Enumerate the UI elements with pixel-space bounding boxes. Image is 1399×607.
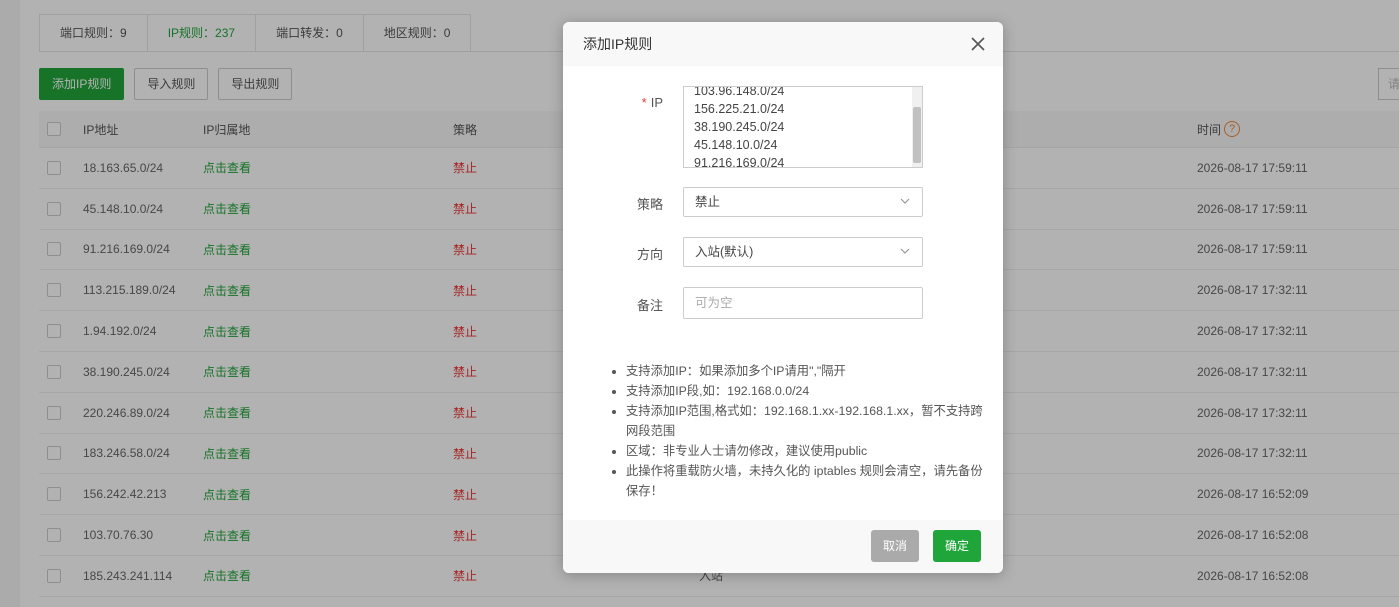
tip-item: 此操作将重载防火墙，未持久化的 iptables 规则会清空，请先备份保存！: [626, 461, 985, 501]
tip-item: 支持添加IP范围,格式如：192.168.1.xx-192.168.1.xx，暂…: [626, 401, 985, 441]
confirm-button[interactable]: 确定: [933, 530, 982, 562]
chevron-down-icon: [900, 198, 910, 204]
ip-line: 103.96.148.0/24: [694, 86, 785, 98]
ip-textarea[interactable]: 103.96.148.0/24 156.225.21.0/24 38.190.245…: [683, 86, 923, 168]
ip-line: 156.225.21.0/24: [694, 102, 785, 116]
direction-label: 方向: [636, 247, 663, 262]
tips-list: 支持添加IP：如果添加多个IP请用","隔开支持添加IP段,如：192.168.…: [613, 361, 985, 501]
direction-select[interactable]: 入站(默认): [683, 237, 923, 267]
note-input[interactable]: 可为空: [683, 287, 923, 319]
dialog-header: 添加IP规则: [563, 22, 1003, 66]
note-label: 备注: [636, 298, 663, 313]
dialog-title: 添加IP规则: [583, 36, 653, 52]
close-icon[interactable]: [969, 35, 987, 53]
ip-line: 45.148.10.0/24: [694, 138, 778, 152]
ip-label: * IP: [641, 95, 663, 110]
tip-item: 支持添加IP段,如：192.168.0.0/24: [626, 381, 985, 401]
scrollbar-thumb[interactable]: [913, 107, 921, 163]
tip-item: 区域：非专业人士请勿修改，建议使用public: [626, 441, 985, 461]
policy-label: 策略: [636, 197, 663, 212]
chevron-down-icon: [900, 248, 910, 254]
add-ip-rule-dialog: 添加IP规则 * IP 103.96.148.0/24 156.225.21.0/2…: [563, 22, 1003, 573]
ip-textarea-scrollbar[interactable]: [912, 87, 922, 167]
ip-line: 91.216.169.0/24: [694, 156, 785, 168]
cancel-button[interactable]: 取消: [871, 530, 920, 562]
policy-select[interactable]: 禁止: [683, 187, 923, 217]
dialog-footer: 取消 确定: [563, 520, 1003, 573]
tip-item: 支持添加IP：如果添加多个IP请用","隔开: [626, 361, 985, 381]
ip-line: 38.190.245.0/24: [694, 120, 785, 134]
